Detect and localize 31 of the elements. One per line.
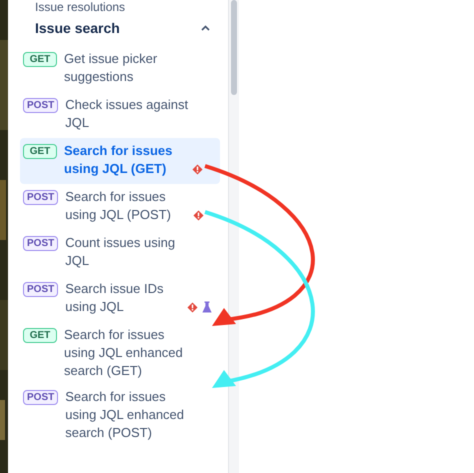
- nav-item-label: Check issues against JQL: [65, 96, 190, 132]
- method-badge: POST: [23, 190, 58, 205]
- warning-icon: [192, 164, 203, 174]
- nav-item[interactable]: POST Search for issues using JQL enhanced search (POST): [20, 384, 220, 446]
- method-badge: POST: [23, 98, 58, 113]
- nav-item[interactable]: GET Search for issues using JQL (GET): [20, 138, 220, 184]
- section-title[interactable]: Issue resolutions: [20, 0, 228, 14]
- nav-item-label: Search for issues using JQL enhanced search (GET): [64, 326, 184, 380]
- nav-item-label: Search for issues using JQL enhanced search (POST): [65, 388, 186, 442]
- nav-item[interactable]: POST Search issue IDs using JQL: [20, 276, 220, 322]
- nav-item-label: Search for issues using JQL (GET): [64, 142, 174, 178]
- nav-item-label: Search for issues using JQL (POST): [65, 188, 172, 224]
- flask-icon: [202, 301, 212, 313]
- nav-item[interactable]: POST Check issues against JQL: [20, 92, 220, 138]
- nav-item[interactable]: GET Get issue picker suggestions: [20, 46, 220, 92]
- nav-item[interactable]: GET Search for issues using JQL enhanced search (GET): [20, 322, 220, 384]
- method-badge: GET: [23, 328, 57, 343]
- warning-icon: [187, 302, 198, 312]
- warning-icon: [193, 210, 204, 220]
- nav-item[interactable]: POST Search for issues using JQL (POST): [20, 184, 220, 230]
- scrollbar[interactable]: [228, 0, 239, 473]
- section-header[interactable]: Issue search: [20, 14, 228, 46]
- method-badge: GET: [23, 144, 57, 159]
- method-badge: POST: [23, 390, 58, 405]
- method-badge: POST: [23, 282, 58, 297]
- method-badge: POST: [23, 236, 58, 251]
- method-badge: GET: [23, 52, 57, 67]
- nav-item-label: Get issue picker suggestions: [64, 50, 158, 86]
- nav-item-label: Search issue IDs using JQL: [65, 280, 164, 316]
- nav-item-label: Count issues using JQL: [65, 234, 176, 270]
- nav-item[interactable]: POST Count issues using JQL: [20, 230, 220, 276]
